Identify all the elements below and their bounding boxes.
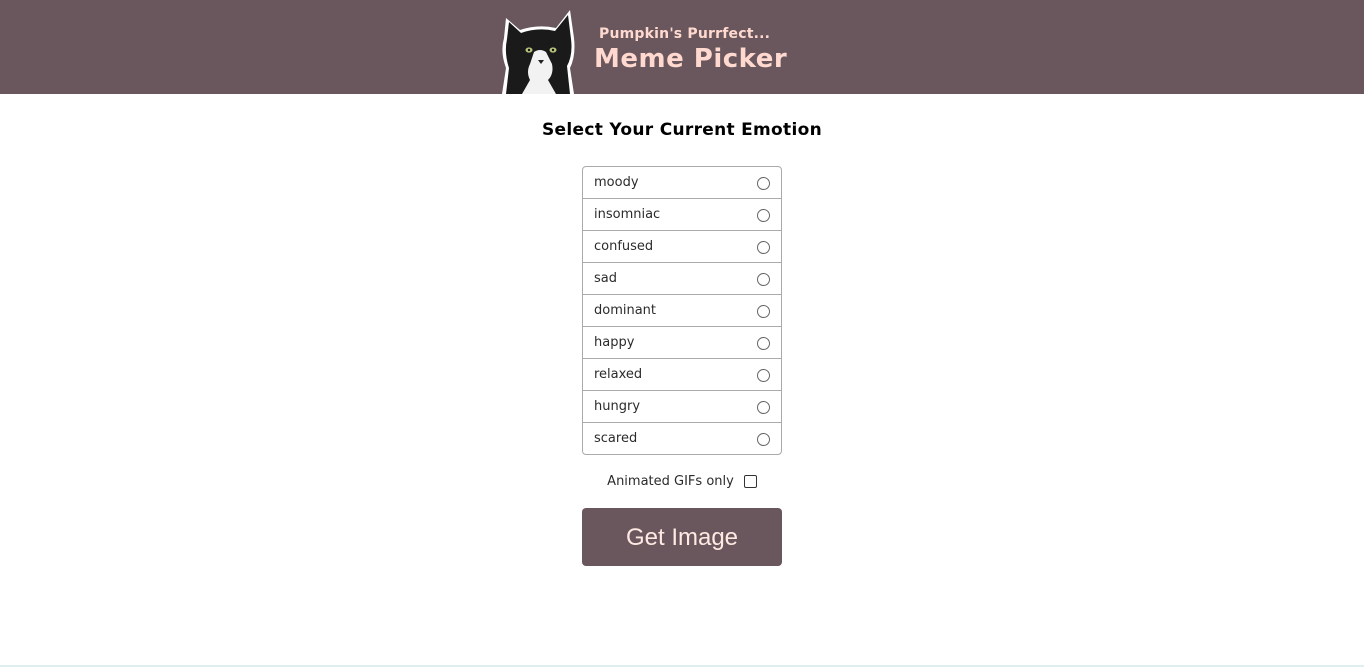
page-heading: Select Your Current Emotion (542, 120, 822, 140)
site-header: Pumpkin's Purrfect... Meme Picker (0, 0, 1364, 94)
site-title: Pumpkin's Purrfect... Meme Picker (594, 24, 787, 74)
get-image-button[interactable]: Get Image (582, 508, 782, 566)
emotion-radio-list: moody insomniac confused sad dominant ha… (582, 166, 782, 455)
emotion-label: happy (594, 335, 635, 350)
gif-only-option[interactable]: Animated GIFs only (0, 474, 1364, 489)
emotion-option-confused[interactable]: confused (583, 231, 781, 263)
gif-only-checkbox[interactable] (743, 475, 757, 488)
emotion-label: scared (594, 431, 638, 446)
radio-button[interactable] (757, 241, 770, 254)
radio-button[interactable] (757, 433, 770, 446)
emotion-label: sad (594, 271, 617, 286)
radio-button[interactable] (757, 305, 770, 318)
radio-button[interactable] (757, 273, 770, 286)
emotion-label: dominant (594, 303, 657, 318)
radio-button[interactable] (757, 401, 770, 414)
emotion-label: relaxed (594, 367, 643, 382)
radio-button[interactable] (757, 209, 770, 222)
radio-button[interactable] (757, 177, 770, 190)
emotion-label: moody (594, 175, 639, 190)
emotion-option-relaxed[interactable]: relaxed (583, 359, 781, 391)
emotion-option-moody[interactable]: moody (583, 167, 781, 199)
radio-button[interactable] (757, 369, 770, 382)
emotion-option-sad[interactable]: sad (583, 263, 781, 295)
radio-button[interactable] (757, 337, 770, 350)
emotion-option-scared[interactable]: scared (583, 423, 781, 454)
cat-logo-icon (502, 10, 575, 94)
gif-only-label: Animated GIFs only (607, 474, 734, 489)
emotion-label: insomniac (594, 207, 661, 222)
emotion-label: hungry (594, 399, 641, 414)
emotion-option-hungry[interactable]: hungry (583, 391, 781, 423)
emotion-label: confused (594, 239, 654, 254)
emotion-option-dominant[interactable]: dominant (583, 295, 781, 327)
site-title-text: Meme Picker (594, 44, 788, 74)
site-subtitle: Pumpkin's Purrfect... (599, 26, 771, 42)
emotion-option-insomniac[interactable]: insomniac (583, 199, 781, 231)
emotion-option-happy[interactable]: happy (583, 327, 781, 359)
